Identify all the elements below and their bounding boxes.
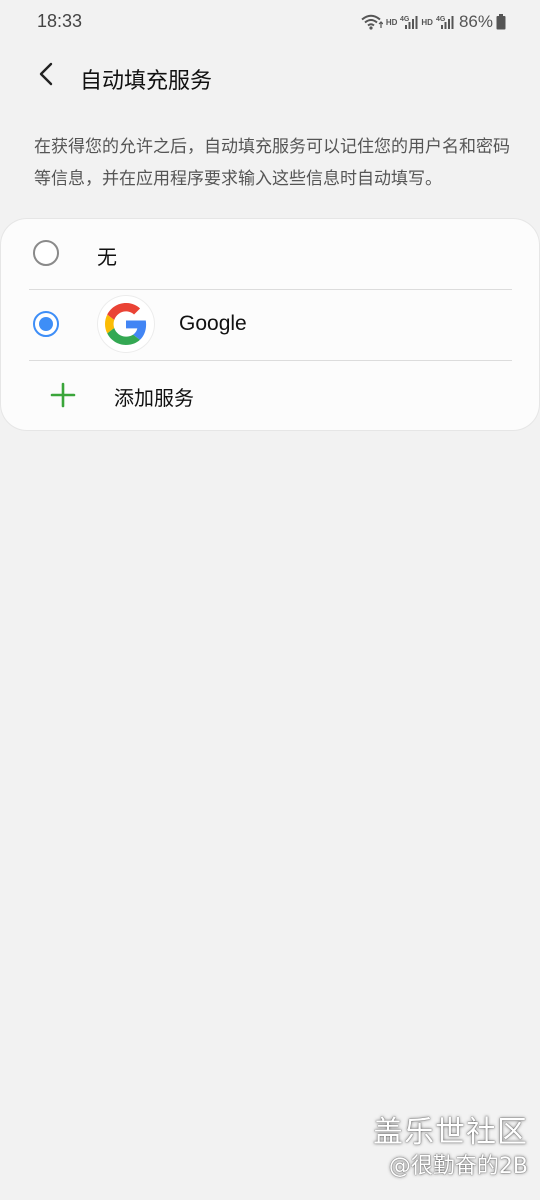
back-button[interactable] (26, 56, 66, 96)
autofill-options-card: 无 Google 添加服务 (1, 219, 539, 430)
add-service-label: 添加服务 (114, 386, 194, 410)
google-logo-icon (98, 296, 154, 352)
page-title: 自动填充服务 (80, 69, 213, 94)
option-label: 无 (97, 245, 117, 269)
hd-label: HD (421, 17, 433, 27)
battery-percent: 86% (458, 12, 493, 31)
plus-icon (49, 381, 77, 409)
radio-button-selected[interactable] (33, 311, 59, 337)
hd-label: HD (385, 17, 398, 27)
radio-button[interactable] (33, 240, 59, 266)
signal-4g-icon: 4G (400, 14, 418, 30)
add-service-button[interactable]: 添加服务 (1, 360, 539, 430)
option-none[interactable]: 无 (1, 219, 539, 289)
svg-text:4G: 4G (400, 16, 410, 23)
description-text: 在获得您的允许之后，自动填充服务可以记住您的用户名和密码等信息，并在应用程序要求… (34, 137, 510, 189)
status-bar: 18:33 HD 4G HD 4G 86% (0, 0, 540, 44)
app-bar: 自动填充服务 (0, 52, 540, 102)
status-time: 18:33 (37, 11, 83, 31)
watermark-author: @很勤奋的2B (388, 1154, 528, 1179)
autofill-settings-screen: 18:33 HD 4G HD 4G 86% 自动填充服务 在获得您的允许之后，自… (0, 0, 540, 1200)
battery-icon (496, 14, 506, 30)
option-google[interactable]: Google (1, 290, 539, 360)
back-arrow-icon (36, 62, 56, 90)
svg-text:4G: 4G (436, 16, 446, 23)
wifi-icon (361, 14, 383, 30)
status-icons: HD 4G HD 4G 86% (361, 12, 506, 32)
watermark-title: 盖乐世社区 (373, 1115, 528, 1150)
option-label: Google (179, 312, 247, 335)
watermark: 盖乐世社区 @很勤奋的2B (373, 1114, 528, 1182)
signal-4g-icon: 4G (436, 14, 454, 30)
